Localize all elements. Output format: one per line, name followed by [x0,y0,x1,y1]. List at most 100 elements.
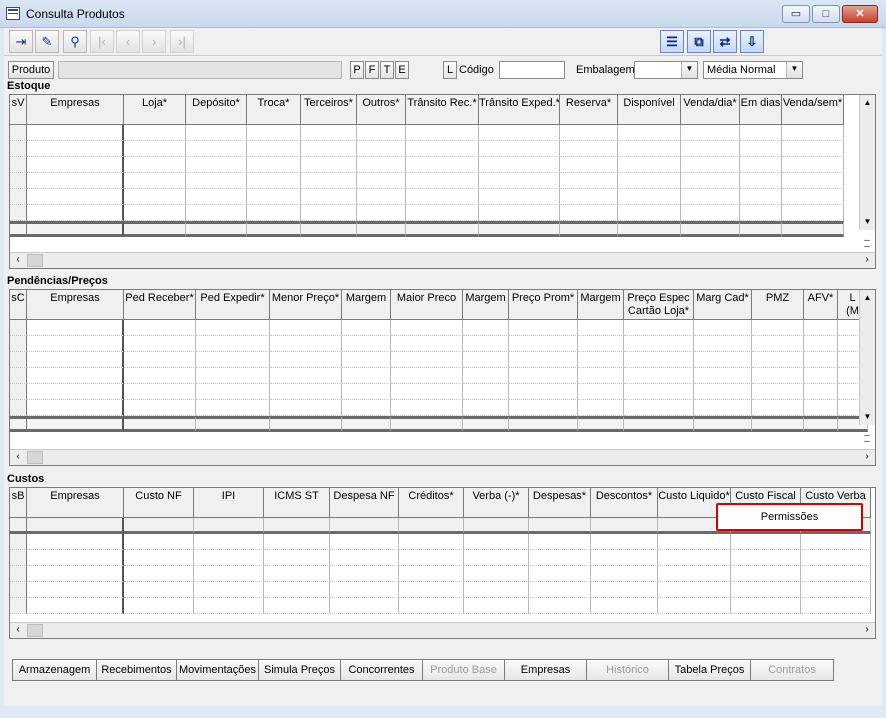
table-cell[interactable] [124,598,194,614]
scroll-right-icon[interactable]: › [859,253,875,268]
table-cell[interactable] [10,221,27,237]
table-cell[interactable] [194,534,264,550]
column-header[interactable]: PMZ [752,290,804,320]
table-cell[interactable] [10,157,27,173]
table-cell[interactable] [10,320,27,336]
column-header[interactable]: ICMS ST [264,488,330,518]
table-cell[interactable] [681,173,740,189]
pendencias-grid[interactable]: sC Empresas Ped Receber* Ped Expedir* Me… [9,289,876,466]
export-view-icon[interactable]: ⇄ [713,30,737,53]
table-cell[interactable] [301,205,357,221]
column-header[interactable]: sV [10,95,27,125]
table-cell[interactable] [247,141,301,157]
table-cell[interactable] [463,400,509,416]
table-cell[interactable] [509,400,578,416]
table-cell[interactable] [406,221,479,237]
table-cell[interactable] [264,566,330,582]
table-cell[interactable] [27,534,124,550]
table-cell[interactable] [27,368,124,384]
table-cell[interactable] [694,400,752,416]
table-cell[interactable] [578,400,624,416]
table-row[interactable] [10,534,871,550]
column-header[interactable]: Verba (-)* [464,488,529,518]
table-cell[interactable] [694,384,752,400]
table-cell[interactable] [591,582,658,598]
table-cell[interactable] [342,320,391,336]
table-cell[interactable] [342,352,391,368]
column-header[interactable]: Créditos* [399,488,464,518]
table-cell[interactable] [270,384,342,400]
table-row[interactable] [10,352,868,368]
table-cell[interactable] [578,320,624,336]
table-cell[interactable] [391,384,463,400]
table-cell[interactable] [624,416,694,432]
flag-p-button[interactable]: P [350,61,364,79]
table-cell[interactable] [658,534,731,550]
table-cell[interactable] [124,336,196,352]
table-cell[interactable] [509,336,578,352]
table-cell[interactable] [124,400,196,416]
table-cell[interactable] [124,416,196,432]
table-cell[interactable] [464,534,529,550]
table-cell[interactable] [801,598,871,614]
table-cell[interactable] [194,566,264,582]
table-cell[interactable] [804,400,838,416]
column-header[interactable]: Troca* [247,95,301,125]
table-cell[interactable] [560,141,618,157]
table-cell[interactable] [124,125,186,141]
table-cell[interactable] [124,566,194,582]
table-cell[interactable] [406,157,479,173]
scroll-thumb[interactable] [27,624,43,637]
table-cell[interactable] [10,518,27,534]
table-cell[interactable] [270,416,342,432]
table-cell[interactable] [391,416,463,432]
table-row[interactable] [10,173,844,189]
table-cell[interactable] [330,518,399,534]
table-cell[interactable] [578,384,624,400]
table-cell[interactable] [186,173,247,189]
table-cell[interactable] [264,534,330,550]
copy-view-icon[interactable]: ⧉ [687,30,711,53]
tab-tabela-precos[interactable]: Tabela Preços [669,660,751,680]
table-cell[interactable] [124,550,194,566]
table-row[interactable] [10,336,868,352]
totals-row[interactable] [10,221,844,237]
maximize-button[interactable]: □ [812,5,840,23]
table-cell[interactable] [804,384,838,400]
table-cell[interactable] [560,189,618,205]
tab-concorrentes[interactable]: Concorrentes [341,660,423,680]
table-cell[interactable] [752,336,804,352]
table-cell[interactable] [27,221,124,237]
table-cell[interactable] [578,368,624,384]
table-cell[interactable] [782,221,844,237]
horizontal-scrollbar[interactable]: ‹ › [10,252,875,268]
table-cell[interactable] [463,320,509,336]
table-cell[interactable] [10,352,27,368]
table-cell[interactable] [27,518,124,534]
table-cell[interactable] [479,189,560,205]
table-cell[interactable] [618,189,681,205]
tab-historico[interactable]: Histórico [587,660,669,680]
column-header[interactable]: Custo NF [124,488,194,518]
table-cell[interactable] [124,205,186,221]
table-cell[interactable] [247,157,301,173]
column-header[interactable]: Terceiros* [301,95,357,125]
table-cell[interactable] [464,566,529,582]
table-row[interactable] [10,125,844,141]
column-header[interactable]: AFV* [804,290,838,320]
table-cell[interactable] [330,534,399,550]
table-cell[interactable] [479,141,560,157]
table-cell[interactable] [27,125,124,141]
table-cell[interactable] [330,550,399,566]
column-header[interactable]: Outros* [357,95,406,125]
table-cell[interactable] [342,400,391,416]
table-cell[interactable] [301,141,357,157]
column-header[interactable]: Disponível [618,95,681,125]
scroll-thumb[interactable] [27,451,43,464]
estoque-grid[interactable]: sV Empresas Loja* Depósito* Troca* Terce… [9,94,876,269]
table-cell[interactable] [740,221,782,237]
table-cell[interactable] [342,416,391,432]
table-cell[interactable] [10,368,27,384]
table-cell[interactable] [529,518,591,534]
scroll-right-icon[interactable]: › [859,450,875,465]
